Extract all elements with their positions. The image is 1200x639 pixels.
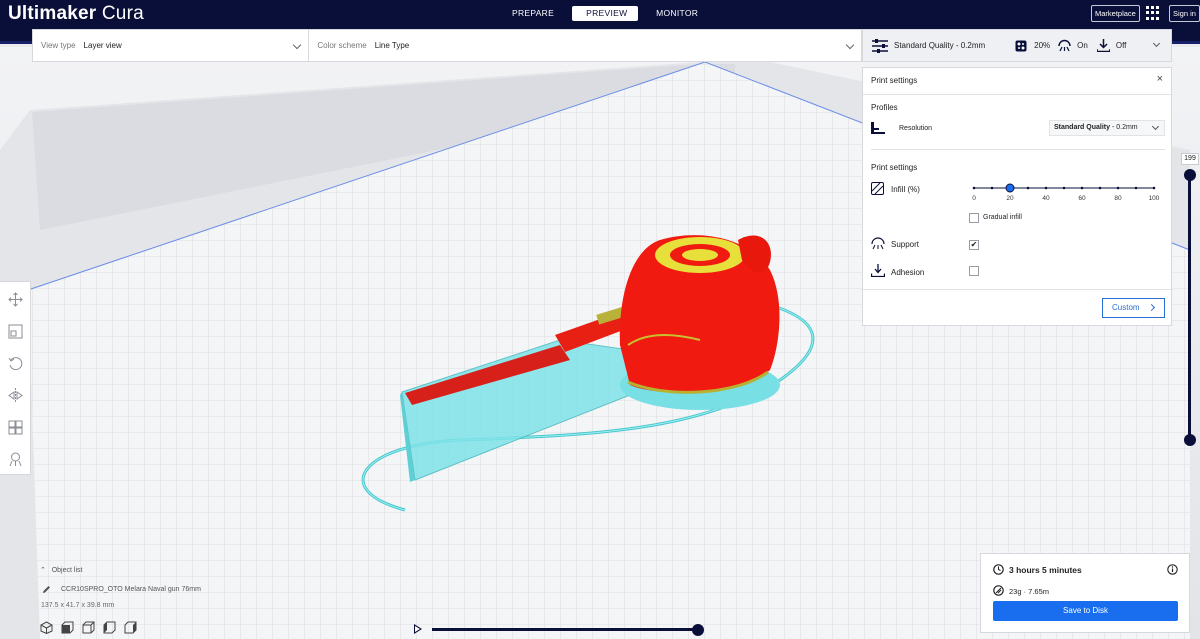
infill-icon [1015,40,1027,51]
close-icon[interactable]: × [1157,73,1163,85]
object-name: CCR10SPRO_OTO Melara Naval gun 76mm [61,586,201,593]
simulation-slider-track[interactable] [432,628,698,631]
job-specs-panel: 3 hours 5 minutes 23g · 7.65m Save to Di… [980,553,1190,633]
play-simulation-button[interactable] [414,624,422,634]
infill-tick-label: 60 [1078,195,1086,202]
chevron-right-icon [1147,303,1156,312]
per-model-settings-icon[interactable] [8,420,23,435]
layer-slider-upper-handle[interactable] [1184,169,1196,181]
sign-in-button[interactable]: Sign in [1169,5,1200,22]
object-list-toggle[interactable]: ⌃ Object list [40,566,82,574]
support-value: On [1077,41,1088,50]
adhesion-icon [1096,39,1110,52]
tab-monitor[interactable]: MONITOR [642,6,712,21]
view-type-select[interactable]: View type Layer view [33,30,308,61]
filament-icon [993,585,1004,596]
clock-icon [993,564,1004,575]
infill-slider-step [1134,186,1138,190]
view-toolbar: View type Layer view Color scheme Line T… [32,29,862,62]
print-settings-panel: Print settings × Profiles Resolution Sta… [862,67,1173,326]
chevron-down-icon [1151,122,1160,131]
adhesion-icon [871,264,885,277]
infill-slider-step [972,186,976,190]
chevron-down-icon [293,40,302,50]
resolution-icon [871,122,885,134]
app-logo: Ultimaker Cura [8,3,144,24]
tool-sidebar [0,281,31,475]
marketplace-button[interactable]: Marketplace [1091,5,1140,22]
adhesion-value: Off [1115,41,1127,50]
simulation-slider-handle[interactable] [692,624,704,636]
print-time: 3 hours 5 minutes [1009,565,1082,575]
infill-slider-step [1062,186,1066,190]
layer-number-input[interactable]: 199 [1181,153,1199,165]
support-label: Support [891,240,920,249]
tab-prepare[interactable]: PREPARE [498,6,568,21]
support-checkbox[interactable]: ✔ [969,240,979,250]
panel-title: Print settings [871,76,918,85]
print-settings-heading: Print settings [871,163,918,172]
adhesion-label: Adhesion [891,268,925,277]
infill-tick-label: 40 [1042,195,1050,202]
chevron-down-icon [845,40,855,50]
left-view-icon[interactable] [103,621,116,634]
infill-tick-label: 100 [1148,195,1160,202]
save-to-disk-button[interactable]: Save to Disk [993,601,1178,621]
info-icon[interactable] [1167,564,1178,575]
rotate-icon[interactable] [8,356,23,371]
object-dimensions: 137.5 x 41.7 x 39.8 mm [41,602,115,609]
apps-grid-icon[interactable] [1146,6,1160,20]
move-icon[interactable] [8,292,23,307]
infill-slider-handle [1005,183,1015,193]
infill-slider-step [1044,186,1048,190]
infill-tick-label: 20 [1006,195,1014,202]
gradual-infill-label: Gradual infill [983,214,1022,221]
pencil-icon[interactable] [42,585,51,594]
resolution-label: Resolution [899,125,933,132]
support-blocker-icon[interactable] [8,452,23,467]
quality-label: Standard Quality - 0.2mm [894,41,986,50]
scale-icon[interactable] [8,324,23,339]
infill-value: 20% [1034,41,1051,50]
infill-slider-step [1026,186,1030,190]
infill-slider[interactable] [971,182,1157,194]
support-icon [1058,39,1071,52]
infill-tick-label: 0 [972,195,976,202]
gradual-infill-checkbox[interactable] [969,213,979,223]
3d-view-icon[interactable] [40,621,53,634]
right-view-icon[interactable] [124,621,137,634]
chevron-up-icon: ⌃ [40,567,46,574]
adhesion-checkbox[interactable] [969,266,979,276]
layer-slider-lower-handle[interactable] [1184,434,1196,446]
settings-sliders-icon [872,38,888,53]
profiles-heading: Profiles [871,103,898,112]
infill-slider-step [1080,186,1084,190]
infill-slider-step [1116,186,1120,190]
stage-tabs: PREPARE PREVIEW MONITOR [498,6,712,21]
front-view-icon[interactable] [61,621,74,634]
custom-settings-button[interactable]: Custom [1102,298,1165,318]
print-setup-header[interactable]: Standard Quality - 0.2mm 20% On Off [862,29,1172,62]
tab-preview[interactable]: PREVIEW [572,6,639,21]
infill-icon [871,182,884,195]
infill-slider-step [1152,186,1156,190]
infill-slider-step [1098,186,1102,190]
support-icon [871,237,885,250]
material-usage: 23g · 7.65m [1009,587,1050,596]
layer-slider-track[interactable] [1188,175,1191,440]
top-view-icon[interactable] [82,621,95,634]
infill-label: Infill (%) [891,185,920,194]
color-scheme-select[interactable]: Color scheme Line Type [309,30,861,61]
camera-views [40,621,137,634]
infill-tick-label: 80 [1114,195,1122,202]
infill-slider-step [990,186,994,190]
resolution-select[interactable]: Standard Quality - 0.2mm [1049,120,1165,136]
mirror-icon[interactable] [8,388,23,403]
chevron-down-icon [1152,39,1161,48]
